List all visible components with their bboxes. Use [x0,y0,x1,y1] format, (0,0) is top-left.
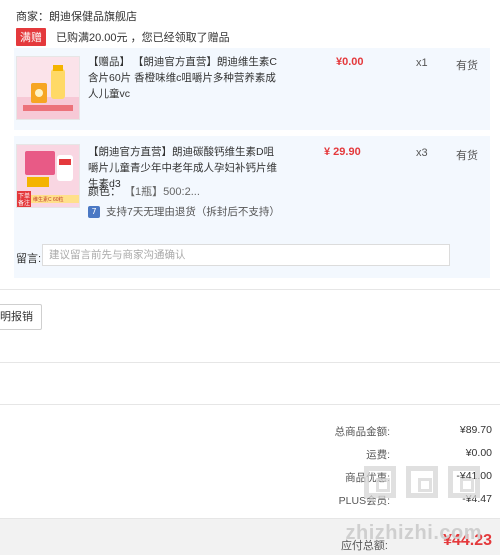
item-title[interactable]: 【赠品】 【朗迪官方直营】朗迪维生素C含片60片 香橙味维c咀嚼片多种营养素成人… [88,54,278,102]
item-stock-status: 有货 [456,60,478,72]
thumb-caption: 维生素C 60粒 [33,197,64,203]
item-gift-panel: 【赠品】 【朗迪官方直营】朗迪维生素C含片60片 香橙味维c咀嚼片多种营养素成人… [14,48,490,130]
promo-text: 已购满20.00元 ，您已经领取了赠品 [56,32,230,44]
item-spec: 颜色： 【1瓶】500:2... [88,183,200,199]
summary-label-subtotal: 总商品金额: [334,426,390,438]
shop-name: 商家：朗迪保健品旗舰店 [16,11,137,23]
product-image[interactable]: 下单备注 维生素C 60粒 [16,144,80,208]
thumb-badge: 下单备注 [18,194,31,207]
summary-label-shipping: 运费: [366,449,390,461]
item-price: ¥ 29.90 [324,146,361,158]
seven-day-return-icon: 7 [88,205,100,218]
watermark-logo [364,466,480,498]
spec-value: 【1瓶】500:2... [124,186,200,198]
invoice-button[interactable]: 明报销 [0,304,42,330]
gift-product-thumbnail [17,57,79,119]
summary-value-subtotal: ¥89.70 [459,424,492,436]
watermark-text: zhizhizhi.com [345,522,482,544]
divider [0,404,500,405]
watermark-square-icon [364,466,396,498]
item-quantity: x1 [416,57,428,69]
message-label: 留言: [16,253,42,265]
promo-row: 满赠 已购满20.00元 ，您已经领取了赠品 [16,28,230,46]
watermark-square-icon [448,466,480,498]
return-policy: 7 支持7天无理由退货（拆封后不支持） [88,204,280,219]
item-stock-status: 有货 [456,150,478,162]
summary-value-shipping: ¥0.00 [465,447,492,459]
message-input[interactable] [42,244,450,266]
item-price: ¥0.00 [336,56,364,68]
watermark-square-icon [406,466,438,498]
spec-label: 颜色： [88,186,121,198]
gift-product-image[interactable] [16,56,80,120]
promo-tag: 满赠 [16,28,46,46]
return-policy-text: 支持7天无理由退货（拆封后不支持） [106,206,280,218]
divider [0,362,500,363]
divider [0,289,500,290]
item-quantity: x3 [416,147,428,159]
